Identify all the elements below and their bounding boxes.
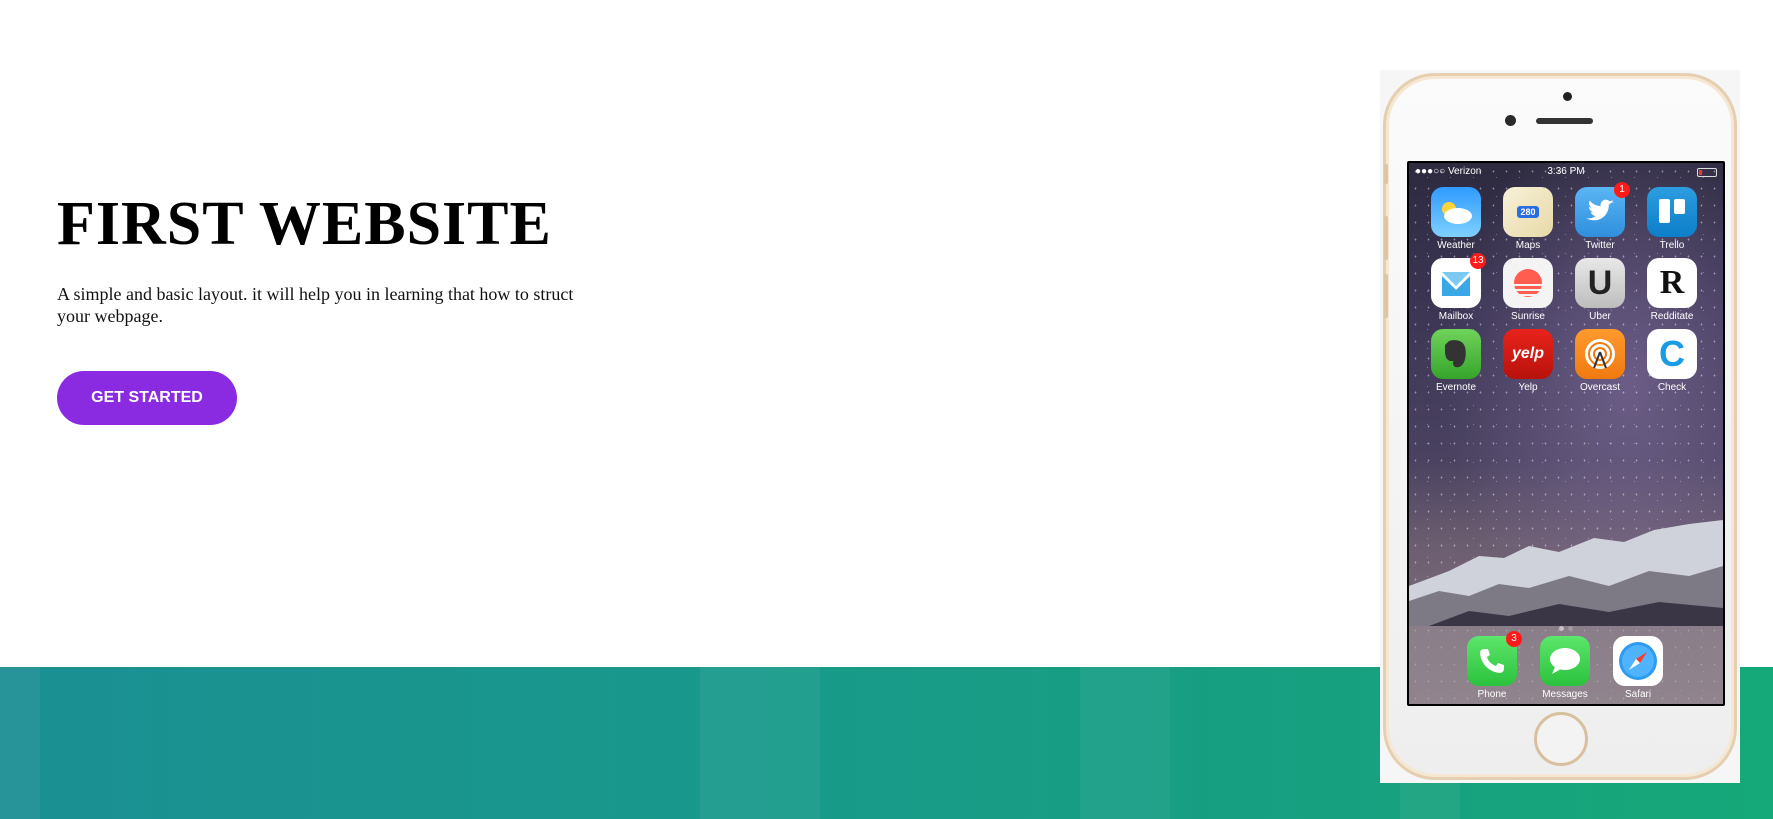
status-bar: ●●●○○ Verizon 3:36 PM xyxy=(1409,163,1723,181)
evernote-icon xyxy=(1431,329,1481,379)
phone-mockup: ●●●○○ Verizon 3:36 PM Weather 280 Maps 1… xyxy=(1380,70,1740,783)
app-sunrise[interactable]: Sunrise xyxy=(1496,258,1560,322)
mountain-image xyxy=(1409,520,1723,626)
app-uber[interactable]: U Uber xyxy=(1568,258,1632,322)
phone-body: ●●●○○ Verizon 3:36 PM Weather 280 Maps 1… xyxy=(1383,73,1737,780)
uber-icon: U xyxy=(1575,258,1625,308)
overcast-icon xyxy=(1575,329,1625,379)
hero-description: A simple and basic layout. it will help … xyxy=(57,284,574,326)
yelp-icon: yelp xyxy=(1503,329,1553,379)
app-safari[interactable]: Safari xyxy=(1606,636,1670,700)
phone-screen: ●●●○○ Verizon 3:36 PM Weather 280 Maps 1… xyxy=(1407,161,1725,706)
maps-icon: 280 xyxy=(1503,187,1553,237)
mailbox-badge: 13 xyxy=(1470,253,1486,269)
hero-section: FIRST WEBSITE A simple and basic layout.… xyxy=(57,185,597,327)
clock-label: 3:36 PM xyxy=(1547,166,1585,177)
app-twitter[interactable]: 1 Twitter xyxy=(1568,182,1632,251)
app-mailbox[interactable]: 13 Mailbox xyxy=(1424,253,1488,322)
check-icon: C xyxy=(1647,329,1697,379)
camera-icon xyxy=(1563,92,1572,101)
app-check[interactable]: C Check xyxy=(1640,329,1704,393)
safari-icon xyxy=(1613,636,1663,686)
speaker-icon xyxy=(1536,118,1593,124)
front-camera-icon xyxy=(1505,115,1516,126)
app-messages[interactable]: Messages xyxy=(1533,636,1597,700)
app-phone[interactable]: 3 Phone xyxy=(1460,631,1524,700)
app-overcast[interactable]: Overcast xyxy=(1568,329,1632,393)
phone-badge: 3 xyxy=(1506,631,1522,647)
trello-icon xyxy=(1647,187,1697,237)
page-title: FIRST WEBSITE xyxy=(57,190,552,258)
twitter-badge: 1 xyxy=(1614,182,1630,198)
app-maps[interactable]: 280 Maps xyxy=(1496,187,1560,251)
app-trello[interactable]: Trello xyxy=(1640,187,1704,251)
battery-icon xyxy=(1697,168,1717,177)
wallpaper: ●●●○○ Verizon 3:36 PM Weather 280 Maps 1… xyxy=(1409,163,1723,704)
app-redditate[interactable]: R Redditate xyxy=(1640,258,1704,322)
messages-icon xyxy=(1540,636,1590,686)
get-started-button[interactable]: GET STARTED xyxy=(57,371,237,425)
weather-icon xyxy=(1431,187,1481,237)
redditate-icon: R xyxy=(1647,258,1697,308)
home-button[interactable] xyxy=(1534,712,1588,766)
app-evernote[interactable]: Evernote xyxy=(1424,329,1488,393)
dock: 3 Phone Messages Safari xyxy=(1409,626,1723,704)
app-weather[interactable]: Weather xyxy=(1424,187,1488,251)
sunrise-icon xyxy=(1503,258,1553,308)
app-yelp[interactable]: yelp Yelp xyxy=(1496,329,1560,393)
